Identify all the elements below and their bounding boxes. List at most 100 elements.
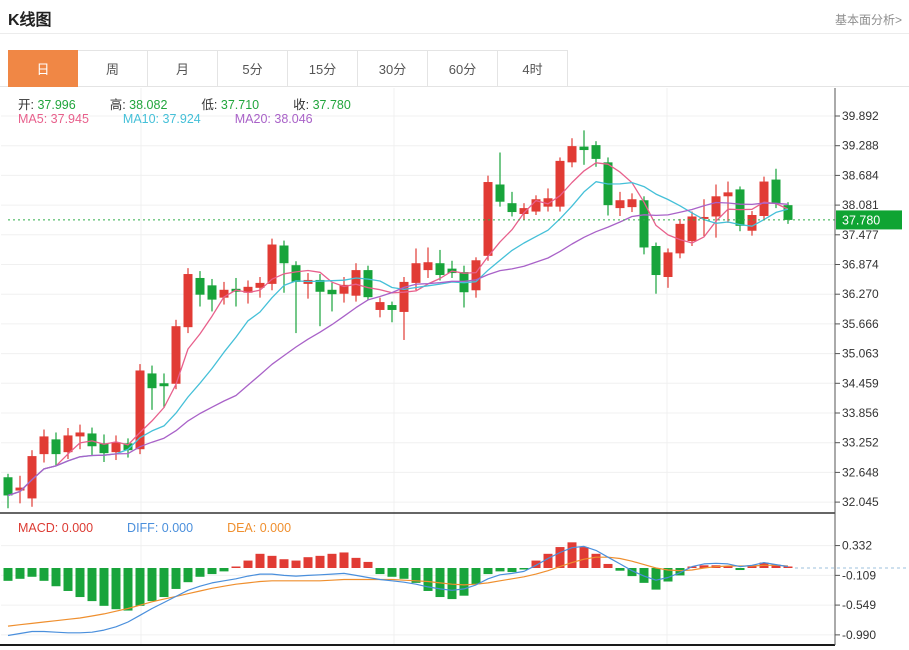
- candle[interactable]: [148, 373, 157, 388]
- macd-bar[interactable]: [76, 568, 85, 597]
- macd-bar[interactable]: [508, 568, 517, 572]
- tab-period-4[interactable]: 15分: [288, 50, 358, 87]
- macd-bar[interactable]: [400, 568, 409, 579]
- ohlc-legend: 开: 37.996高: 38.082低: 37.710收: 37.780: [18, 94, 385, 113]
- tab-period-7[interactable]: 4时: [498, 50, 568, 87]
- macd-bar[interactable]: [208, 568, 217, 574]
- candle[interactable]: [292, 265, 301, 282]
- macd-bar[interactable]: [592, 554, 601, 568]
- macd-bar[interactable]: [292, 561, 301, 568]
- macd-bar[interactable]: [340, 552, 349, 568]
- candle[interactable]: [508, 203, 517, 212]
- macd-bar[interactable]: [136, 568, 145, 606]
- candle[interactable]: [496, 184, 505, 201]
- tab-period-5[interactable]: 30分: [358, 50, 428, 87]
- tab-period-0[interactable]: 日: [8, 50, 78, 87]
- macd-bar[interactable]: [616, 568, 625, 571]
- macd-bar[interactable]: [328, 554, 337, 568]
- macd-bar[interactable]: [88, 568, 97, 601]
- macd-bar[interactable]: [472, 568, 481, 584]
- macd-bar[interactable]: [64, 568, 73, 591]
- legend-ma-label: MA20:: [235, 112, 271, 126]
- macd-bar[interactable]: [784, 567, 793, 569]
- macd-bar[interactable]: [100, 568, 109, 606]
- candle[interactable]: [424, 262, 433, 270]
- macd-bar[interactable]: [28, 568, 37, 577]
- candle[interactable]: [724, 192, 733, 196]
- candle[interactable]: [208, 285, 217, 299]
- macd-bar[interactable]: [556, 547, 565, 568]
- macd-bar[interactable]: [736, 568, 745, 570]
- price-axis-label: 33.856: [842, 406, 879, 420]
- candle[interactable]: [484, 182, 493, 256]
- candle[interactable]: [556, 161, 565, 207]
- macd-bar[interactable]: [184, 568, 193, 582]
- macd-bar[interactable]: [244, 561, 253, 568]
- macd-panel[interactable]: [4, 542, 907, 635]
- candle[interactable]: [328, 290, 337, 294]
- candle[interactable]: [4, 477, 13, 495]
- macd-bar[interactable]: [484, 568, 493, 574]
- candle[interactable]: [436, 263, 445, 275]
- candle[interactable]: [196, 278, 205, 295]
- macd-bar[interactable]: [256, 554, 265, 568]
- macd-bar[interactable]: [232, 567, 241, 569]
- candle[interactable]: [184, 274, 193, 327]
- candle[interactable]: [580, 147, 589, 150]
- macd-bar[interactable]: [220, 568, 229, 571]
- candle[interactable]: [712, 196, 721, 216]
- candle[interactable]: [616, 200, 625, 208]
- candle[interactable]: [568, 146, 577, 162]
- macd-bar[interactable]: [352, 558, 361, 568]
- macd-bar[interactable]: [196, 568, 205, 577]
- candle[interactable]: [40, 436, 49, 454]
- macd-bar[interactable]: [4, 568, 13, 581]
- candle[interactable]: [52, 439, 61, 454]
- candle[interactable]: [388, 305, 397, 310]
- candle[interactable]: [472, 260, 481, 290]
- macd-bar[interactable]: [40, 568, 49, 581]
- candle[interactable]: [748, 215, 757, 231]
- macd-bar[interactable]: [148, 568, 157, 601]
- candle[interactable]: [364, 270, 373, 297]
- tab-period-1[interactable]: 周: [78, 50, 148, 87]
- macd-bar[interactable]: [172, 568, 181, 589]
- tab-period-2[interactable]: 月: [148, 50, 218, 87]
- macd-bar[interactable]: [460, 568, 469, 596]
- tab-period-3[interactable]: 5分: [218, 50, 288, 87]
- candle[interactable]: [76, 432, 85, 436]
- candle[interactable]: [64, 435, 73, 452]
- legend-ma-value: 37.924: [163, 112, 201, 126]
- candle[interactable]: [760, 182, 769, 216]
- macd-bar[interactable]: [388, 568, 397, 577]
- macd-bar[interactable]: [496, 568, 505, 571]
- macd-bar[interactable]: [604, 564, 613, 568]
- candle[interactable]: [376, 302, 385, 310]
- candle[interactable]: [160, 383, 169, 386]
- macd-bar[interactable]: [16, 568, 25, 579]
- macd-bar[interactable]: [268, 556, 277, 568]
- candle[interactable]: [592, 145, 601, 159]
- candle[interactable]: [88, 433, 97, 446]
- candle[interactable]: [628, 199, 637, 207]
- candle[interactable]: [412, 263, 421, 283]
- macd-bar[interactable]: [280, 559, 289, 568]
- macd-bar[interactable]: [112, 568, 121, 609]
- macd-bar[interactable]: [124, 568, 133, 611]
- candle[interactable]: [112, 442, 121, 452]
- macd-bar[interactable]: [160, 568, 169, 597]
- candle[interactable]: [652, 246, 661, 275]
- macd-bar[interactable]: [304, 557, 313, 568]
- macd-bar[interactable]: [52, 568, 61, 586]
- candle[interactable]: [772, 180, 781, 204]
- macd-bar[interactable]: [364, 562, 373, 568]
- candle[interactable]: [664, 252, 673, 277]
- macd-bar[interactable]: [376, 568, 385, 574]
- macd-bar[interactable]: [316, 556, 325, 568]
- price-axis-label: 35.666: [842, 317, 879, 331]
- macd-bar[interactable]: [580, 547, 589, 568]
- candle[interactable]: [352, 270, 361, 296]
- tab-period-6[interactable]: 60分: [428, 50, 498, 87]
- macd-bar[interactable]: [640, 568, 649, 583]
- candle[interactable]: [280, 246, 289, 264]
